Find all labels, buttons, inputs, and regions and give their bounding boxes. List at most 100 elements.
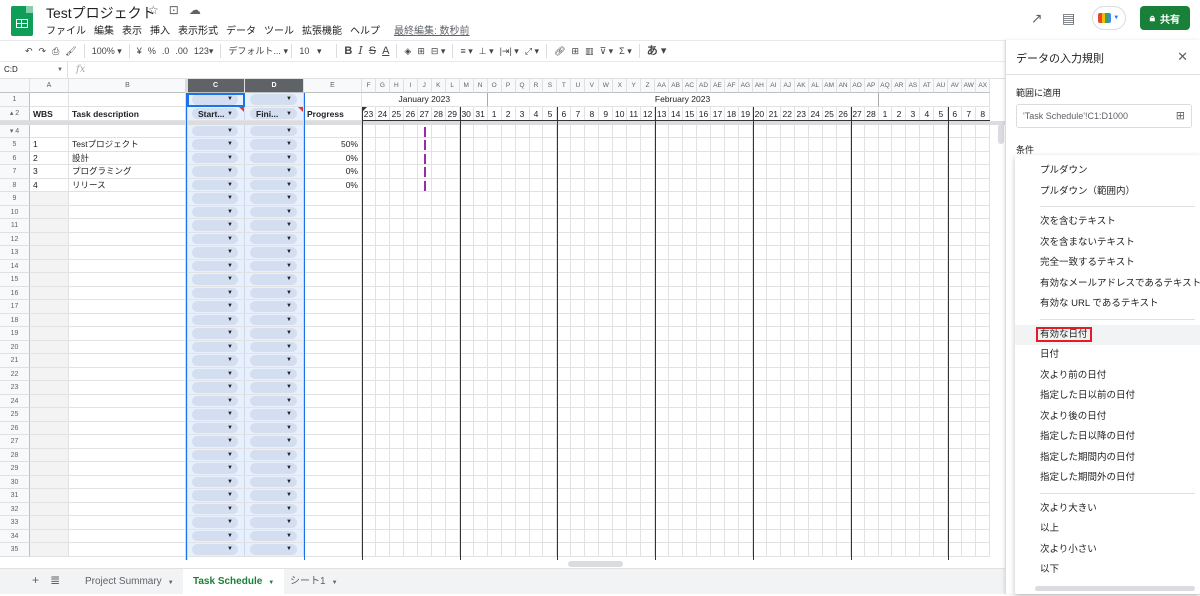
- gantt-cell[interactable]: [487, 448, 502, 462]
- gantt-cell[interactable]: [389, 462, 404, 476]
- criteria-option[interactable]: 指定した期間内の日付: [1015, 448, 1200, 468]
- gantt-cell[interactable]: [487, 462, 502, 476]
- gantt-cell[interactable]: [864, 516, 879, 530]
- gantt-cell[interactable]: [389, 448, 404, 462]
- gantt-cell[interactable]: [920, 462, 935, 476]
- gantt-cell[interactable]: [543, 421, 558, 435]
- gantt-cell[interactable]: [669, 219, 684, 233]
- gantt-cell[interactable]: [641, 124, 656, 138]
- gantt-cell[interactable]: [724, 435, 739, 449]
- gantt-cell[interactable]: [906, 529, 921, 543]
- gantt-cell[interactable]: [445, 273, 460, 287]
- gantt-cell[interactable]: [375, 340, 390, 354]
- gantt-cell[interactable]: [515, 192, 530, 206]
- gantt-cell[interactable]: [543, 138, 558, 152]
- gantt-cell[interactable]: [557, 448, 572, 462]
- gantt-cell[interactable]: [934, 394, 949, 408]
- insert-link-icon[interactable]: 🔗︎: [551, 43, 568, 59]
- gantt-cell[interactable]: [403, 367, 418, 381]
- gantt-cell[interactable]: [362, 151, 376, 165]
- gantt-cell[interactable]: [836, 205, 851, 219]
- gantt-cell[interactable]: [711, 462, 725, 476]
- gantt-cell[interactable]: [445, 300, 460, 314]
- gantt-cell[interactable]: [724, 313, 739, 327]
- gantt-cell[interactable]: [808, 502, 823, 516]
- cell-b9[interactable]: [69, 192, 187, 206]
- gantt-cell[interactable]: [892, 165, 907, 179]
- gantt-cell[interactable]: [906, 246, 921, 260]
- gantt-cell[interactable]: [459, 219, 474, 233]
- gantt-cell[interactable]: [794, 232, 809, 246]
- gantt-cell[interactable]: [431, 394, 446, 408]
- gantt-cell[interactable]: [501, 138, 516, 152]
- star-icon[interactable]: ☆: [148, 3, 159, 17]
- gantt-cell[interactable]: [892, 192, 907, 206]
- gantt-cell[interactable]: [417, 462, 432, 476]
- gantt-cell[interactable]: [683, 286, 698, 300]
- gantt-cell[interactable]: [836, 354, 851, 368]
- gantt-cell[interactable]: [683, 192, 698, 206]
- gantt-cell[interactable]: [752, 313, 767, 327]
- gantt-cell[interactable]: [683, 259, 698, 273]
- gantt-cell[interactable]: [697, 246, 711, 260]
- gantt-cell[interactable]: [864, 273, 879, 287]
- gantt-cell[interactable]: [655, 421, 670, 435]
- gantt-cell[interactable]: [794, 475, 809, 489]
- gantt-cell[interactable]: [780, 367, 795, 381]
- gantt-cell[interactable]: [864, 489, 879, 503]
- gantt-cell[interactable]: [375, 435, 390, 449]
- gantt-cell[interactable]: [599, 354, 614, 368]
- gantt-cell[interactable]: [362, 502, 376, 516]
- gantt-cell[interactable]: [417, 408, 432, 422]
- gantt-cell[interactable]: [362, 462, 376, 476]
- gantt-cell[interactable]: [655, 462, 670, 476]
- gantt-cell[interactable]: [613, 462, 628, 476]
- gantt-cell[interactable]: [487, 124, 502, 138]
- gantt-cell[interactable]: [934, 529, 949, 543]
- gantt-cell[interactable]: [766, 313, 781, 327]
- gantt-cell[interactable]: [571, 367, 586, 381]
- gantt-cell[interactable]: [892, 408, 907, 422]
- gantt-cell[interactable]: [683, 273, 698, 287]
- gantt-cell[interactable]: [585, 165, 600, 179]
- gantt-cell[interactable]: [962, 138, 977, 152]
- gantt-cell[interactable]: [571, 327, 586, 341]
- gantt-cell[interactable]: [724, 408, 739, 422]
- gantt-cell[interactable]: [445, 394, 460, 408]
- gantt-cell[interactable]: [501, 232, 516, 246]
- gantt-cell[interactable]: [878, 151, 893, 165]
- gantt-cell[interactable]: [850, 543, 865, 557]
- gantt-cell[interactable]: [473, 502, 488, 516]
- gantt-cell[interactable]: [850, 502, 865, 516]
- gantt-cell[interactable]: [948, 219, 963, 233]
- gantt-cell[interactable]: [934, 367, 949, 381]
- column-header-s[interactable]: S: [543, 79, 558, 93]
- gantt-cell[interactable]: [738, 286, 753, 300]
- gantt-cell[interactable]: [529, 151, 544, 165]
- gantt-cell[interactable]: [906, 313, 921, 327]
- gantt-cell[interactable]: [892, 462, 907, 476]
- cell-a4[interactable]: [30, 124, 69, 138]
- comment-icon[interactable]: ▤: [1060, 9, 1078, 27]
- gantt-cell[interactable]: [697, 502, 711, 516]
- more-formats-button[interactable]: 123▾: [191, 43, 217, 59]
- gantt-cell[interactable]: [822, 529, 837, 543]
- gantt-cell[interactable]: [669, 232, 684, 246]
- gantt-cell[interactable]: [920, 408, 935, 422]
- gantt-cell[interactable]: [836, 178, 851, 192]
- gantt-cell[interactable]: [403, 421, 418, 435]
- gantt-cell[interactable]: [948, 124, 963, 138]
- gantt-cell[interactable]: [557, 408, 572, 422]
- gantt-cell[interactable]: [780, 435, 795, 449]
- gantt-cell[interactable]: [529, 286, 544, 300]
- gantt-cell[interactable]: [766, 165, 781, 179]
- gantt-cell[interactable]: [459, 273, 474, 287]
- gantt-cell[interactable]: [850, 327, 865, 341]
- cell-b23[interactable]: [69, 381, 187, 395]
- gantt-cell[interactable]: [613, 273, 628, 287]
- gantt-cell[interactable]: [445, 435, 460, 449]
- gantt-cell[interactable]: [627, 448, 642, 462]
- gantt-cell[interactable]: [822, 381, 837, 395]
- gantt-cell[interactable]: [585, 502, 600, 516]
- cell-e7[interactable]: 0%: [304, 165, 362, 179]
